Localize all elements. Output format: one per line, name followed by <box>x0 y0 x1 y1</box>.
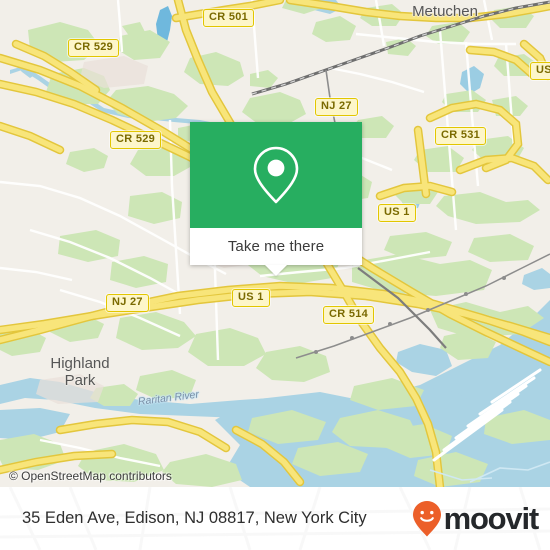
map-pin-icon <box>253 146 299 204</box>
shield-nj-27-north[interactable]: NJ 27 <box>315 98 358 116</box>
popup-action-bar[interactable]: Take me there <box>190 228 362 276</box>
shield-cr-501[interactable]: CR 501 <box>203 9 255 27</box>
location-popup[interactable]: Take me there <box>190 122 362 276</box>
shield-nj-27-south[interactable]: NJ 27 <box>106 294 149 312</box>
shield-cr-531[interactable]: CR 531 <box>435 127 487 145</box>
footer-content: 35 Eden Ave, Edison, NJ 08817, New York … <box>0 487 550 550</box>
shield-us-1-east[interactable]: US 1 <box>530 62 550 80</box>
shield-us-1-mid[interactable]: US 1 <box>378 204 416 222</box>
moovit-wordmark: moovit <box>443 501 540 536</box>
moovit-logo[interactable]: moovit <box>412 500 540 538</box>
shield-cr-514[interactable]: CR 514 <box>323 306 375 324</box>
osm-attribution[interactable]: © OpenStreetMap contributors <box>9 469 172 483</box>
take-me-there-button[interactable]: Take me there <box>228 238 324 255</box>
popup-marker-panel <box>190 122 362 228</box>
screenshot-root: Metuchen Highland Park Raritan River CR … <box>0 0 550 550</box>
footer-bar: 35 Eden Ave, Edison, NJ 08817, New York … <box>0 487 550 550</box>
popup-pointer-tail <box>265 265 287 276</box>
shield-cr-529-mid[interactable]: CR 529 <box>110 131 162 149</box>
moovit-smiley-pin-icon <box>412 500 441 536</box>
location-address-text: 35 Eden Ave, Edison, NJ 08817, New York … <box>22 509 367 527</box>
shield-cr-529-north[interactable]: CR 529 <box>68 39 120 57</box>
shield-us-1-south[interactable]: US 1 <box>232 289 270 307</box>
